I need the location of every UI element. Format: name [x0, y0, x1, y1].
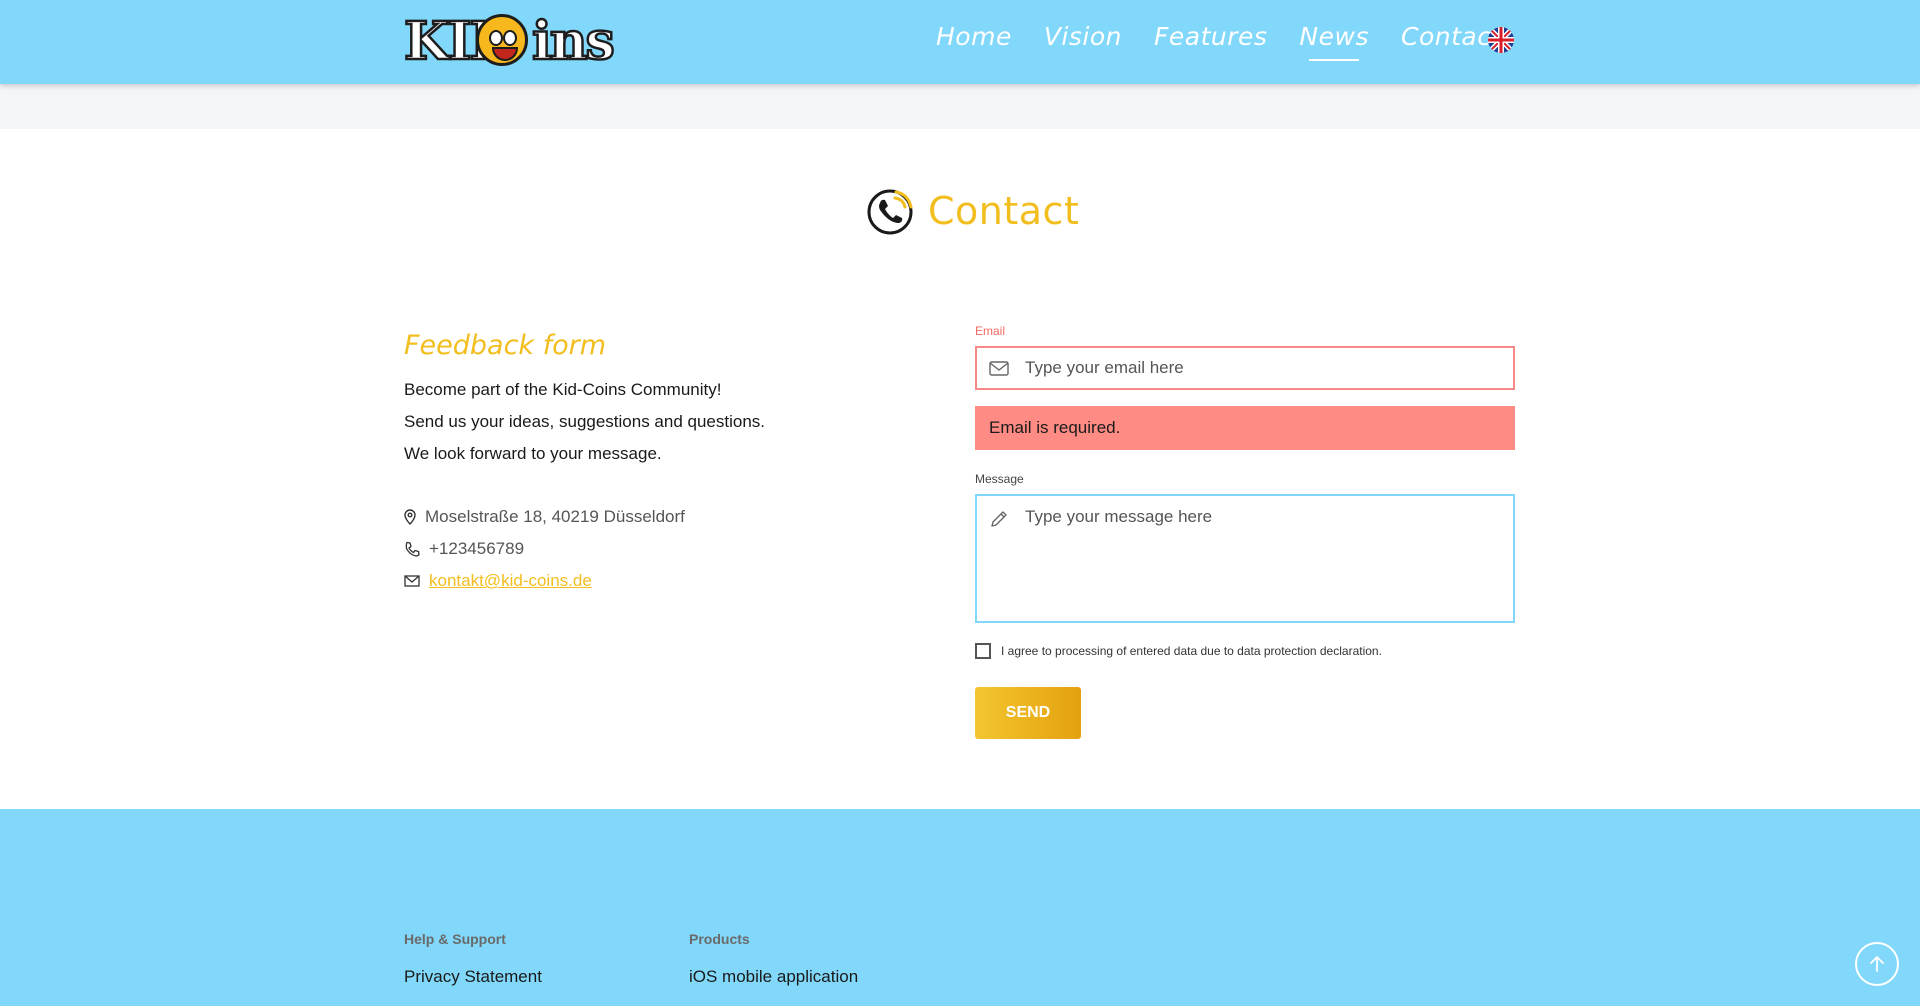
arrow-up-icon: [1870, 956, 1884, 972]
address-row: Moselstraße 18, 40219 Düsseldorf: [404, 501, 685, 533]
intro-line: Become part of the Kid-Coins Community!: [404, 380, 722, 399]
consent-row: I agree to processing of entered data du…: [975, 643, 1515, 659]
site-header: KID ins Home Vision Features News Contac…: [0, 0, 1920, 84]
contact-title: Contact: [928, 189, 1080, 233]
nav-home[interactable]: Home: [936, 22, 1012, 51]
nav-contact[interactable]: Contact: [1401, 22, 1502, 51]
site-footer: Help & Support Privacy Statement Product…: [0, 809, 1920, 1006]
footer-link-ios[interactable]: iOS mobile application: [689, 967, 858, 987]
email-input[interactable]: [1023, 357, 1487, 379]
nav-vision[interactable]: Vision: [1044, 22, 1122, 51]
header-spacer-band: [0, 84, 1920, 129]
logo-wordmark: KID ins: [403, 10, 616, 72]
envelope-icon: [989, 360, 1009, 376]
main-nav: Home Vision Features News Contact: [936, 22, 1534, 61]
contact-info: Moselstraße 18, 40219 Düsseldorf +123456…: [404, 501, 685, 597]
email-link[interactable]: kontakt@kid-coins.de: [429, 571, 592, 591]
email-row: kontakt@kid-coins.de: [404, 565, 685, 597]
footer-heading: Products: [689, 931, 750, 947]
coin-mascot-icon: [476, 13, 528, 66]
nav-news[interactable]: News: [1299, 22, 1369, 61]
feedback-intro: Become part of the Kid-Coins Community! …: [404, 374, 765, 470]
location-pin-icon: [404, 509, 416, 525]
feedback-form-title: Feedback form: [404, 330, 607, 361]
message-field-box[interactable]: [975, 494, 1515, 623]
intro-line: Send us your ideas, suggestions and ques…: [404, 412, 766, 431]
email-label: Email: [975, 324, 1006, 338]
uk-flag-icon[interactable]: [1488, 27, 1514, 53]
phone-row: +123456789: [404, 533, 685, 565]
footer-link-privacy[interactable]: Privacy Statement: [404, 967, 542, 987]
send-button[interactable]: SEND: [975, 687, 1081, 739]
envelope-icon: [404, 575, 420, 587]
feedback-form: Email Email is required. Message I agree…: [975, 324, 1515, 739]
message-input[interactable]: [1023, 506, 1487, 609]
kid-coins-logo[interactable]: KID ins: [403, 10, 636, 74]
contact-section-heading: Contact: [866, 186, 1079, 236]
footer-col-products: Products iOS mobile application: [689, 931, 858, 987]
intro-line: We look forward to your message.: [404, 444, 662, 463]
footer-col-help: Help & Support Privacy Statement: [404, 931, 542, 987]
consent-text: I agree to processing of entered data du…: [1001, 644, 1382, 658]
scroll-to-top-button[interactable]: [1855, 942, 1899, 986]
consent-checkbox[interactable]: [975, 643, 991, 659]
phone-small-icon: [405, 541, 420, 557]
pencil-icon: [991, 511, 1007, 527]
phone-text[interactable]: +123456789: [429, 539, 524, 559]
phone-icon: [867, 189, 913, 235]
message-label: Message: [975, 472, 1024, 486]
email-field-box[interactable]: [975, 346, 1515, 390]
nav-features[interactable]: Features: [1154, 22, 1267, 51]
footer-heading: Help & Support: [404, 931, 506, 947]
email-error-message: Email is required.: [975, 406, 1515, 450]
address-text: Moselstraße 18, 40219 Düsseldorf: [425, 507, 685, 526]
